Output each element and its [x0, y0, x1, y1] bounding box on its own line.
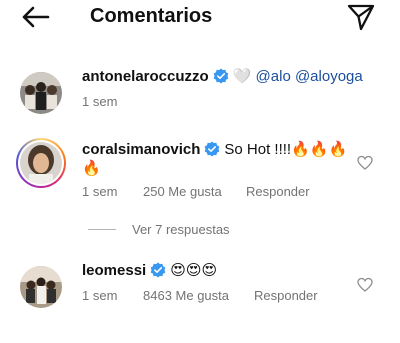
view-replies-link[interactable]: Ver 7 respuestas	[88, 222, 230, 237]
comment-likes[interactable]: 8463 Me gusta	[143, 288, 229, 303]
comment-username[interactable]: antonelaroccuzzo	[82, 68, 209, 85]
page-title: Comentarios	[90, 5, 213, 27]
reply-button[interactable]: Responder	[254, 288, 318, 303]
comment-likes[interactable]: 250 Me gusta	[143, 184, 222, 199]
reply-button[interactable]: Responder	[246, 184, 310, 199]
back-button[interactable]	[20, 4, 52, 30]
header-bar: Comentarios	[0, 0, 400, 36]
comment-text: So Hot !!!!🔥🔥🔥	[224, 141, 348, 158]
comment-mentions[interactable]: @alo @aloyoga	[256, 68, 363, 85]
white-heart-emoji: 🤍	[232, 68, 252, 85]
story-ring[interactable]	[16, 138, 66, 188]
heart-like-icon[interactable]	[357, 277, 373, 293]
comment-text: 😍😍😍	[170, 262, 218, 279]
verified-badge-icon	[150, 262, 166, 278]
avatar[interactable]	[20, 72, 62, 114]
share-button[interactable]	[346, 3, 376, 31]
replies-divider	[88, 229, 116, 230]
view-replies-label: Ver 7 respuestas	[132, 222, 230, 237]
comment-time: 1 sem	[82, 288, 118, 303]
comment-time: 1 sem	[82, 94, 118, 109]
comment-text-continued: 🔥	[82, 160, 101, 177]
verified-badge-icon	[213, 68, 228, 84]
verified-badge-icon	[205, 141, 220, 157]
avatar[interactable]	[20, 266, 62, 308]
avatar	[20, 142, 62, 184]
comment-username[interactable]: leomessi	[82, 262, 146, 279]
heart-like-icon[interactable]	[357, 155, 373, 171]
comment-username[interactable]: coralsimanovich	[82, 141, 200, 158]
paper-plane-icon	[347, 4, 375, 31]
arrow-left-icon	[22, 6, 50, 28]
comment-time: 1 sem	[82, 184, 118, 199]
